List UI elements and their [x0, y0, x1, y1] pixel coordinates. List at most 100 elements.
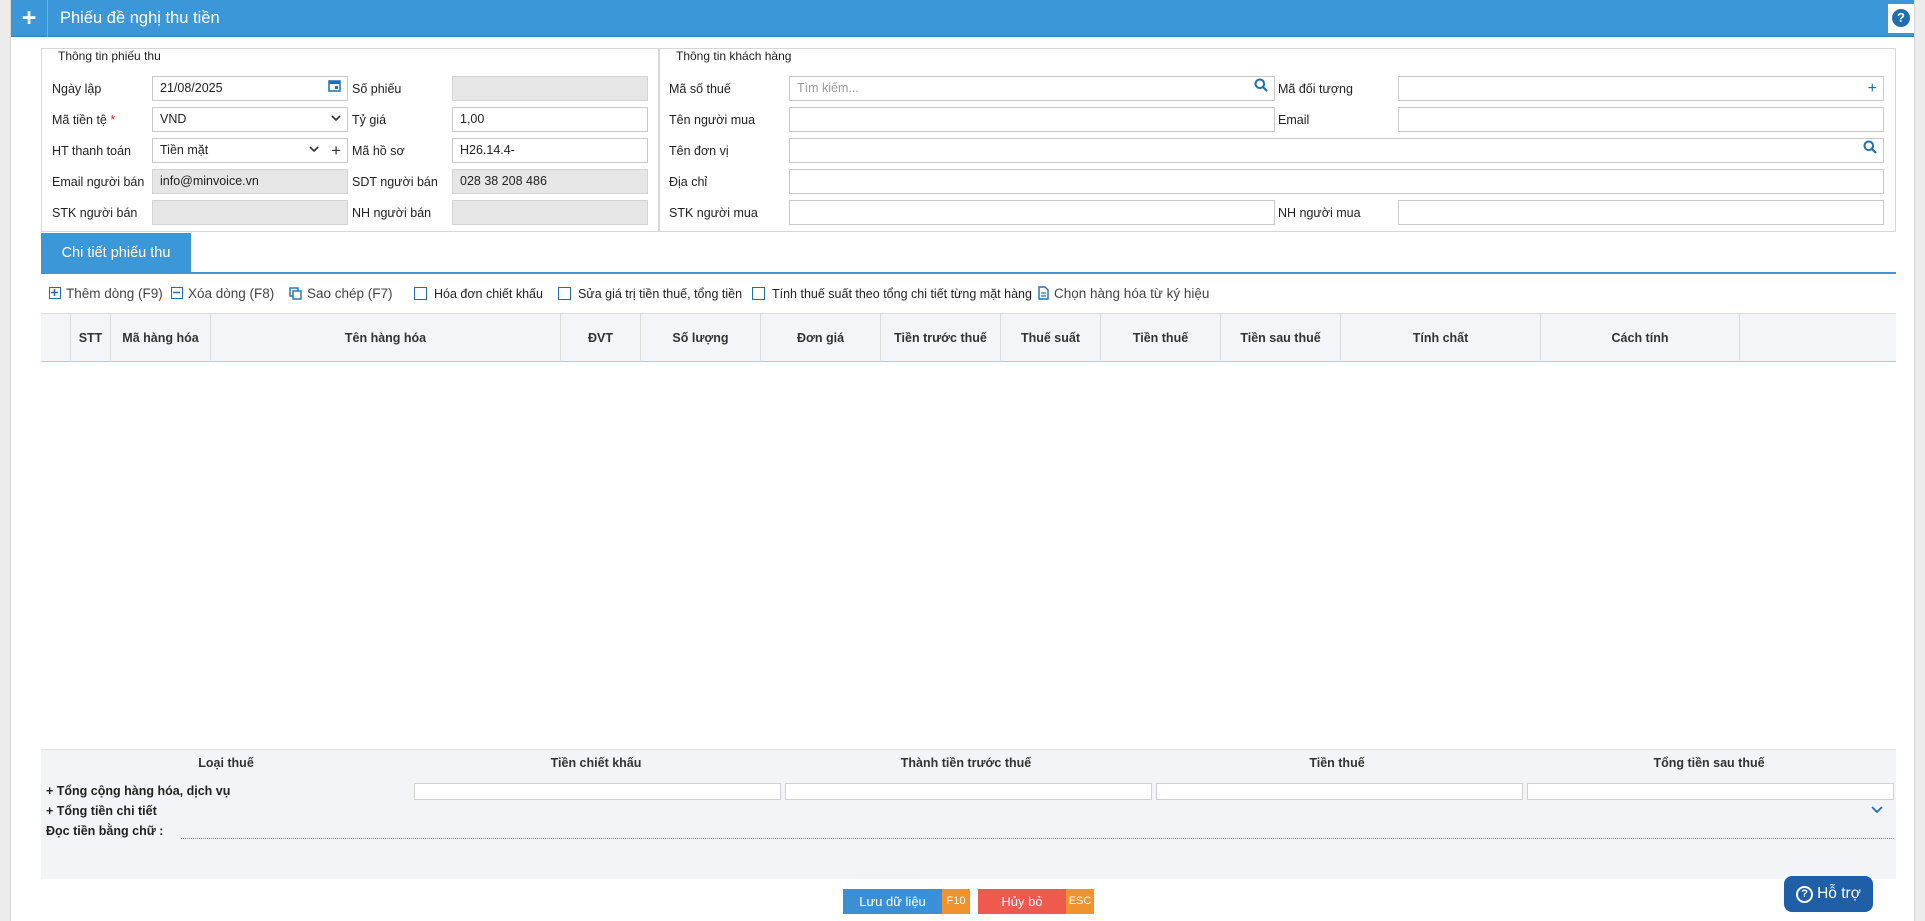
date-label: Ngày lập [52, 82, 102, 96]
grid-column-header[interactable]: Tiền sau thuế [1220, 314, 1340, 362]
checkbox-icon [752, 287, 765, 300]
exchange-rate-label: Tỷ giá [352, 113, 387, 127]
delete-row-button[interactable]: Xóa dòng (F8) [171, 283, 274, 305]
dialog-title-bar: + Phiếu đề nghị thu tiền ? [11, 0, 1914, 37]
save-button[interactable]: Lưu dữ liệu F10 [843, 889, 970, 914]
search-icon[interactable] [1863, 139, 1877, 162]
grid-column-header[interactable]: Tính chất [1340, 314, 1540, 362]
detail-grid: STT Mã hàng hóa Tên hàng hóa ĐVT Số lượn… [41, 313, 1896, 749]
discount-invoice-checkbox[interactable]: Hóa đơn chiết khấu [414, 283, 543, 305]
delete-row-label: Xóa dòng (F8) [188, 286, 275, 301]
buyer-name-field[interactable] [789, 107, 1275, 132]
support-button[interactable]: ? Hỗ trợ [1784, 876, 1873, 912]
seller-phone-field: 028 38 208 486 [452, 169, 648, 194]
right-window-edge [1914, 0, 1925, 921]
grid-column-header[interactable]: Tiền thuế [1100, 314, 1220, 362]
help-button[interactable]: ? [1888, 4, 1914, 33]
add-payment-method-icon[interactable]: + [331, 139, 341, 162]
customer-info-legend: Thông tin khách hàng [674, 49, 794, 63]
summary-header: Loại thuế [198, 756, 254, 770]
date-field[interactable]: 21/08/2025 [152, 76, 348, 101]
payment-method-select[interactable]: Tiền mặt + [152, 138, 348, 163]
currency-select[interactable]: VND [152, 107, 348, 132]
seller-bank-field [452, 200, 648, 225]
grid-column-header[interactable]: Số lượng [640, 314, 760, 362]
grid-column-header[interactable]: Cách tính [1540, 314, 1740, 362]
after-tax-total-field [1527, 783, 1894, 800]
add-row-label: Thêm dòng (F9) [66, 286, 163, 301]
payment-method-label: HT thanh toán [52, 144, 131, 158]
grid-header: STT Mã hàng hóa Tên hàng hóa ĐVT Số lượn… [41, 314, 1896, 362]
add-object-icon[interactable]: + [1868, 77, 1877, 100]
copy-button[interactable]: Sao chép (F7) [289, 283, 393, 305]
question-icon: ? [1796, 886, 1814, 903]
tax-code-placeholder: Tìm kiếm... [797, 81, 859, 95]
document-icon [1038, 285, 1049, 307]
receipt-number-label: Số phiếu [352, 82, 402, 96]
page: + Phiếu đề nghị thu tiền ? Thông tin phi… [0, 0, 1925, 921]
buyer-account-label: STK người mua [669, 206, 758, 220]
read-amount-line [181, 838, 1894, 839]
support-label: Hỗ trợ [1817, 885, 1861, 902]
total-detail-toggle[interactable]: + Tổng tiền chi tiết [46, 804, 157, 818]
copy-icon [289, 285, 302, 307]
edit-tax-total-checkbox[interactable]: Sửa giá trị tiền thuế, tổng tiền [558, 283, 742, 305]
delete-row-icon [171, 287, 183, 299]
required-marker: * [110, 113, 116, 127]
search-icon[interactable] [1254, 77, 1268, 100]
seller-phone-label: SDT người bán [352, 175, 438, 189]
tax-by-detail-label: Tính thuế suất theo tổng chi tiết từng m… [772, 287, 1032, 301]
tab-receipt-details[interactable]: Chi tiết phiếu thu [41, 233, 191, 273]
summary-panel: Loại thuế Tiền chiết khấu Thành tiền trư… [41, 749, 1896, 879]
left-window-edge [0, 0, 11, 921]
grid-column-header[interactable]: Thuế suất [1000, 314, 1100, 362]
pretax-total-field [785, 783, 1152, 800]
dialog-title: Phiếu đề nghị thu tiền [60, 9, 220, 27]
copy-label: Sao chép (F7) [307, 286, 393, 301]
total-goods-label: + Tổng cộng hàng hóa, dịch vụ [46, 784, 231, 798]
help-icon: ? [1892, 9, 1910, 27]
summary-header: Tiền chiết khấu [550, 756, 642, 770]
chevron-down-icon [309, 139, 319, 162]
currency-value: VND [160, 112, 187, 126]
grid-select-column [41, 314, 70, 362]
add-row-button[interactable]: Thêm dòng (F9) [49, 283, 163, 305]
file-code-field[interactable]: H26.14.4- [452, 138, 648, 163]
chevron-down-icon [331, 108, 341, 131]
email-field[interactable] [1398, 107, 1884, 132]
grid-column-header[interactable]: Mã hàng hóa [110, 314, 210, 362]
summary-header: Tổng tiền sau thuế [1653, 756, 1765, 770]
discount-total-field [414, 783, 781, 800]
receipt-info-legend: Thông tin phiếu thu [56, 49, 163, 63]
grid-column-header[interactable]: STT [70, 314, 110, 362]
chevron-down-icon[interactable] [1870, 804, 1884, 819]
choose-goods-button[interactable]: Chọn hàng hóa từ ký hiệu [1038, 283, 1209, 305]
tax-total-field [1156, 783, 1523, 800]
seller-account-label: STK người bán [52, 206, 138, 220]
unit-name-label: Tên đơn vị [669, 144, 729, 158]
edit-tax-total-label: Sửa giá trị tiền thuế, tổng tiền [578, 287, 743, 301]
address-label: Địa chỉ [669, 175, 708, 189]
buyer-bank-label: NH người mua [1278, 206, 1361, 220]
grid-column-header[interactable]: Tên hàng hóa [210, 314, 560, 362]
grid-column-header[interactable]: Đơn giá [760, 314, 880, 362]
grid-column-header[interactable]: Tiền trước thuế [880, 314, 1000, 362]
tax-by-detail-checkbox[interactable]: Tính thuế suất theo tổng chi tiết từng m… [752, 283, 1032, 305]
tax-code-search-input[interactable]: Tìm kiếm... [789, 76, 1275, 101]
object-code-label: Mã đối tượng [1278, 82, 1353, 96]
checkbox-icon [414, 287, 427, 300]
detail-tab-bar: Chi tiết phiếu thu [41, 233, 1896, 274]
cancel-button[interactable]: Hủy bỏ ESC [978, 889, 1094, 914]
buyer-bank-field[interactable] [1398, 200, 1884, 225]
exchange-rate-field[interactable]: 1,00 [452, 107, 648, 132]
receipt-number-field [452, 76, 648, 101]
seller-account-field [152, 200, 348, 225]
calendar-icon[interactable] [328, 77, 341, 100]
summary-header: Thành tiền trước thuế [900, 756, 1032, 770]
object-code-field[interactable]: + [1398, 76, 1884, 101]
plus-icon: + [11, 0, 48, 37]
buyer-account-field[interactable] [789, 200, 1275, 225]
unit-name-field[interactable] [789, 138, 1884, 163]
address-field[interactable] [789, 169, 1884, 194]
grid-column-header[interactable]: ĐVT [560, 314, 640, 362]
